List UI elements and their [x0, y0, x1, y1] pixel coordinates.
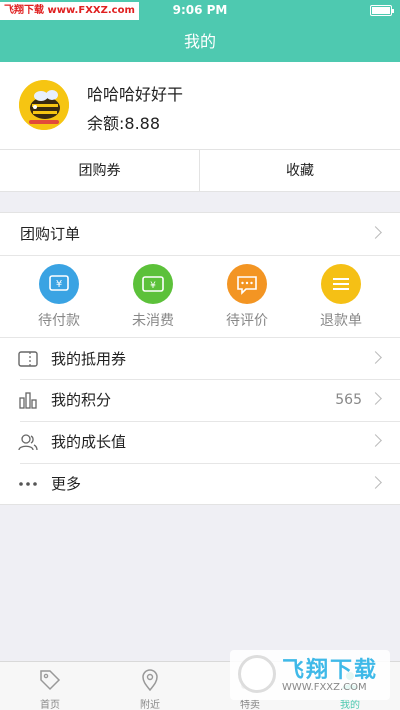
- group-orders-label: 团购订单: [20, 225, 81, 243]
- avatar[interactable]: [19, 80, 69, 130]
- ticket-icon: ¥: [133, 264, 173, 304]
- order-pending-payment[interactable]: ¥ 待付款: [9, 264, 109, 330]
- status-time: 9:06 PM: [172, 3, 228, 17]
- coupons-tab[interactable]: 团购券: [0, 150, 200, 192]
- users-icon: [18, 434, 38, 451]
- location-icon: [142, 669, 158, 692]
- balance: 余额:8.88: [87, 114, 161, 133]
- chevron-right-icon: [369, 392, 382, 405]
- more-icon: [19, 482, 37, 486]
- order-status-grid: ¥ 待付款 ¥ 未消费 待评价 退款单: [0, 255, 400, 337]
- menu-growth[interactable]: 我的成长值: [0, 421, 400, 463]
- tag-icon: [40, 670, 61, 691]
- watermark-logo: 飞翔下载 WWW.FXXZ.COM: [230, 650, 390, 700]
- comment-icon: [227, 264, 267, 304]
- menu-voucher[interactable]: 我的抵用券: [0, 337, 400, 379]
- favorites-tab[interactable]: 收藏: [200, 150, 400, 192]
- chevron-right-icon: [369, 226, 382, 239]
- status-bar: 飞翔下载 www.FXXZ.com 9:06 PM: [0, 0, 400, 22]
- battery-icon: [370, 5, 394, 16]
- watermark-logo-icon: [238, 655, 276, 693]
- list-icon: [321, 264, 361, 304]
- chevron-right-icon: [369, 434, 382, 447]
- svg-text:¥: ¥: [56, 279, 62, 290]
- order-to-review[interactable]: 待评价: [197, 264, 297, 330]
- svg-text:¥: ¥: [150, 281, 156, 291]
- username: 哈哈哈好好干: [87, 85, 184, 104]
- page-title: 我的: [0, 22, 400, 62]
- tab-home[interactable]: 首页: [0, 662, 100, 710]
- points-icon: [19, 392, 37, 409]
- voucher-icon: [18, 351, 38, 367]
- order-refunds[interactable]: 退款单: [291, 264, 391, 330]
- profile-card[interactable]: 哈哈哈好好干 余额:8.88: [0, 62, 400, 149]
- menu-points[interactable]: 我的积分 565: [0, 379, 400, 421]
- points-value: 565: [335, 392, 362, 408]
- yen-icon: ¥: [39, 264, 79, 304]
- tab-nearby[interactable]: 附近: [100, 662, 200, 710]
- chevron-right-icon: [369, 351, 382, 364]
- chevron-right-icon: [369, 476, 382, 489]
- quick-tabs: 团购券 收藏: [0, 149, 400, 192]
- orders-section: 团购订单 ¥ 待付款 ¥ 未消费 待评价 退款单 我的抵用券 我的积分 565 …: [0, 212, 400, 505]
- group-orders-row[interactable]: 团购订单: [0, 213, 400, 255]
- menu-more[interactable]: 更多: [0, 463, 400, 505]
- order-unused[interactable]: ¥ 未消费: [103, 264, 203, 330]
